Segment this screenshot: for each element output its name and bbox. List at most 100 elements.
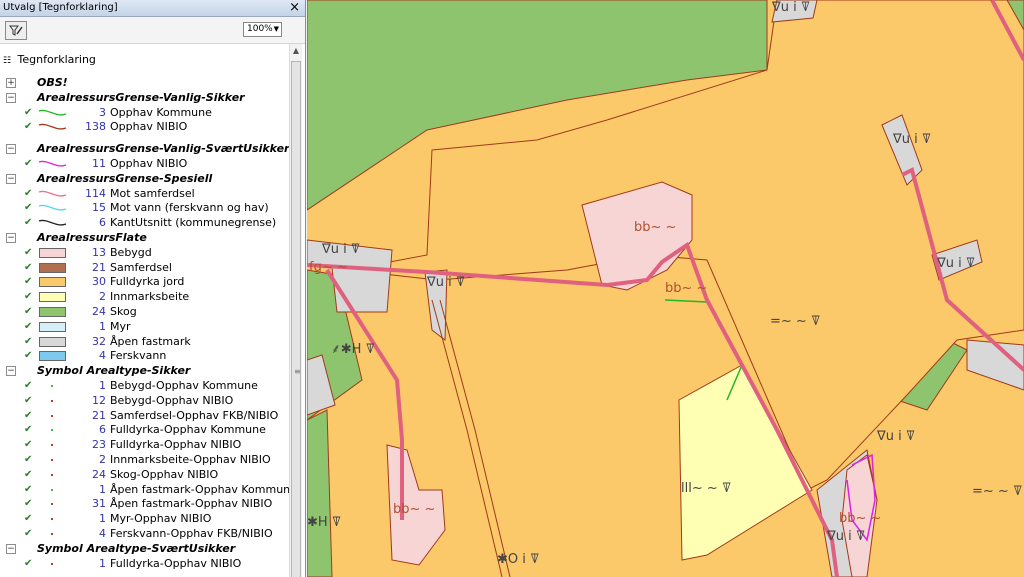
legend-symbol (38, 290, 67, 304)
legend-item[interactable]: ✔ 2 Innmarksbeite (0, 290, 288, 305)
visibility-check-icon[interactable]: ✔ (24, 468, 32, 482)
legend-item-label: Ferskvann-Opphav FKB/NIBIO (110, 527, 273, 540)
legend-item[interactable]: ✔ 138 Opphav NIBIO (0, 120, 288, 135)
legend-group[interactable]: − Symbol Arealtype-SværtUsikker (0, 542, 288, 557)
road-line (431, 299, 503, 577)
visibility-check-icon[interactable]: ✔ (24, 349, 32, 363)
visibility-check-icon[interactable]: ✔ (24, 305, 32, 319)
legend-item[interactable]: ✔ 4 Ferskvann-Opphav FKB/NIBIO (0, 527, 288, 542)
legend-heading-label: Tegnforklaring (17, 53, 96, 66)
legend-item[interactable]: ✔ 6 Fulldyrka-Opphav Kommune (0, 423, 288, 438)
legend-symbol (38, 106, 67, 120)
visibility-check-icon[interactable]: ✔ (24, 187, 32, 201)
legend-group[interactable]: − ArealressursGrense-Vanlig-SværtUsikker (0, 142, 289, 157)
legend-item-count: 2 (99, 453, 106, 466)
filter-pen-icon (9, 25, 23, 36)
legend-item[interactable]: ✔ 114 Mot samferdsel (0, 187, 288, 202)
legend-item[interactable]: ✔ 11 Opphav NIBIO (0, 157, 288, 172)
collapse-icon[interactable]: − (6, 233, 16, 243)
legend-group[interactable]: − ArealressursFlate (0, 231, 288, 246)
legend-item[interactable]: ✔ 1 Myr (0, 320, 288, 335)
visibility-check-icon[interactable]: ✔ (24, 106, 32, 120)
map-label-vui-left: ∇u i ꘜ (322, 242, 361, 257)
legend-symbol (38, 468, 67, 482)
map-label-h-left: ✱H ꘜ (307, 515, 342, 530)
legend-group[interactable]: + OBS! (0, 76, 288, 91)
visibility-check-icon[interactable]: ✔ (24, 246, 32, 260)
legend-item[interactable]: ✔ 15 Mot vann (ferskvann og hav) (0, 201, 288, 216)
visibility-check-icon[interactable]: ✔ (24, 379, 32, 393)
map-label-field-se: =~ ~ ꘜ (972, 484, 1023, 499)
visibility-check-icon[interactable]: ✔ (24, 497, 32, 511)
visibility-check-icon[interactable]: ✔ (24, 483, 32, 497)
legend-item-count: 12 (92, 393, 106, 407)
visibility-check-icon[interactable]: ✔ (24, 275, 32, 289)
close-button[interactable]: × (289, 0, 300, 16)
map-label-bb-upper: bb~ ~ (634, 220, 677, 235)
legend-item[interactable]: ✔ 13 Bebygd (0, 246, 288, 261)
legend-item[interactable]: ✔ 6 KantUtsnitt (kommunegrense) (0, 216, 288, 231)
legend-symbol (38, 120, 67, 134)
visibility-check-icon[interactable]: ✔ (24, 290, 32, 304)
legend-symbol (38, 216, 67, 230)
legend-symbol (38, 320, 67, 334)
filter-button[interactable] (5, 21, 27, 40)
legend-group-label: Symbol Arealtype-Sikker (37, 364, 191, 378)
legend-item[interactable]: ✔ 1 Åpen fastmark-Opphav Kommune (0, 483, 297, 498)
visibility-check-icon[interactable]: ✔ (24, 527, 32, 541)
legend-item-label: Åpen fastmark (110, 334, 191, 348)
visibility-check-icon[interactable]: ✔ (24, 423, 32, 437)
visibility-check-icon[interactable]: ✔ (24, 201, 32, 215)
visibility-check-icon[interactable]: ✔ (24, 557, 32, 571)
collapse-icon[interactable]: − (6, 144, 16, 155)
visibility-check-icon[interactable]: ✔ (24, 335, 32, 349)
visibility-check-icon[interactable]: ✔ (24, 157, 32, 171)
legend-item[interactable]: ✔ 1 Fulldyrka-Opphav NIBIO (0, 557, 288, 572)
scroll-thumb[interactable]: ≡ (291, 61, 301, 577)
visibility-check-icon[interactable]: ✔ (24, 120, 32, 134)
collapse-icon[interactable]: − (6, 366, 16, 377)
visibility-check-icon[interactable]: ✔ (24, 438, 32, 452)
legend-item[interactable]: ✔ 30 Fulldyrka jord (0, 275, 288, 290)
collapse-icon[interactable]: − (6, 173, 16, 184)
legend-item-label: Opphav NIBIO (110, 120, 188, 134)
legend-item-count: 32 (92, 334, 106, 348)
visibility-check-icon[interactable]: ✔ (24, 409, 32, 423)
legend-item-count: 30 (92, 275, 106, 289)
legend-symbol (38, 379, 67, 393)
legend-item[interactable]: ✔ 1 Bebygd-Opphav Kommune (0, 379, 288, 394)
legend-item[interactable]: ✔ 24 Skog (0, 305, 288, 320)
collapse-icon[interactable]: − (6, 92, 16, 103)
legend-scrollbar[interactable]: ▲ ≡ (289, 44, 302, 577)
legend-item-count: 4 (99, 349, 106, 363)
legend-group[interactable]: − ArealressursGrense-Vanlig-Sikker (0, 91, 288, 106)
legend-group[interactable]: − ArealressursGrense-Spesiell (0, 172, 288, 187)
legend-item-count: 4 (99, 527, 106, 540)
map-label-forest-h: ⸙✱H ꘜ (331, 342, 376, 357)
legend-item[interactable]: ✔ 21 Samferdsel-Opphav FKB/NIBIO (0, 409, 288, 424)
legend-item[interactable]: ✔ 24 Skog-Opphav NIBIO (0, 468, 288, 483)
visibility-check-icon[interactable]: ✔ (24, 453, 32, 467)
legend-symbol (38, 483, 67, 497)
legend-item-label: Opphav NIBIO (110, 157, 188, 170)
legend-item[interactable]: ✔ 4 Ferskvann (0, 349, 288, 364)
scroll-up-icon[interactable]: ▲ (290, 46, 302, 58)
visibility-check-icon[interactable]: ✔ (24, 512, 32, 526)
visibility-check-icon[interactable]: ✔ (24, 216, 32, 230)
collapse-icon[interactable]: − (6, 543, 16, 554)
legend-item[interactable]: ✔ 31 Åpen fastmark-Opphav NIBIO (0, 497, 288, 512)
legend-item[interactable]: ✔ 21 Samferdsel (0, 261, 288, 276)
expand-icon[interactable]: + (6, 78, 16, 88)
legend-item[interactable]: ✔ 23 Fulldyrka-Opphav NIBIO (0, 438, 288, 453)
legend-item[interactable]: ✔ 3 Opphav Kommune (0, 106, 288, 121)
visibility-check-icon[interactable]: ✔ (24, 261, 32, 275)
map-view[interactable]: ∇u i ꘜ ∇u i ꘜ bb~ ~ ∇u i ꘜ fg~ ~ ∇u i ꘜ … (307, 0, 1024, 577)
legend-item[interactable]: ✔ 2 Innmarksbeite-Opphav NIBIO (0, 453, 288, 468)
zoom-select[interactable]: 100% ▼ (243, 22, 282, 37)
legend-item[interactable]: ✔ 1 Myr-Opphav NIBIO (0, 512, 288, 527)
visibility-check-icon[interactable]: ✔ (24, 394, 32, 408)
visibility-check-icon[interactable]: ✔ (24, 320, 32, 334)
legend-group[interactable]: − Symbol Arealtype-Sikker (0, 364, 288, 379)
legend-item[interactable]: ✔ 32 Åpen fastmark (0, 335, 288, 350)
legend-item[interactable]: ✔ 12 Bebygd-Opphav NIBIO (0, 394, 288, 409)
